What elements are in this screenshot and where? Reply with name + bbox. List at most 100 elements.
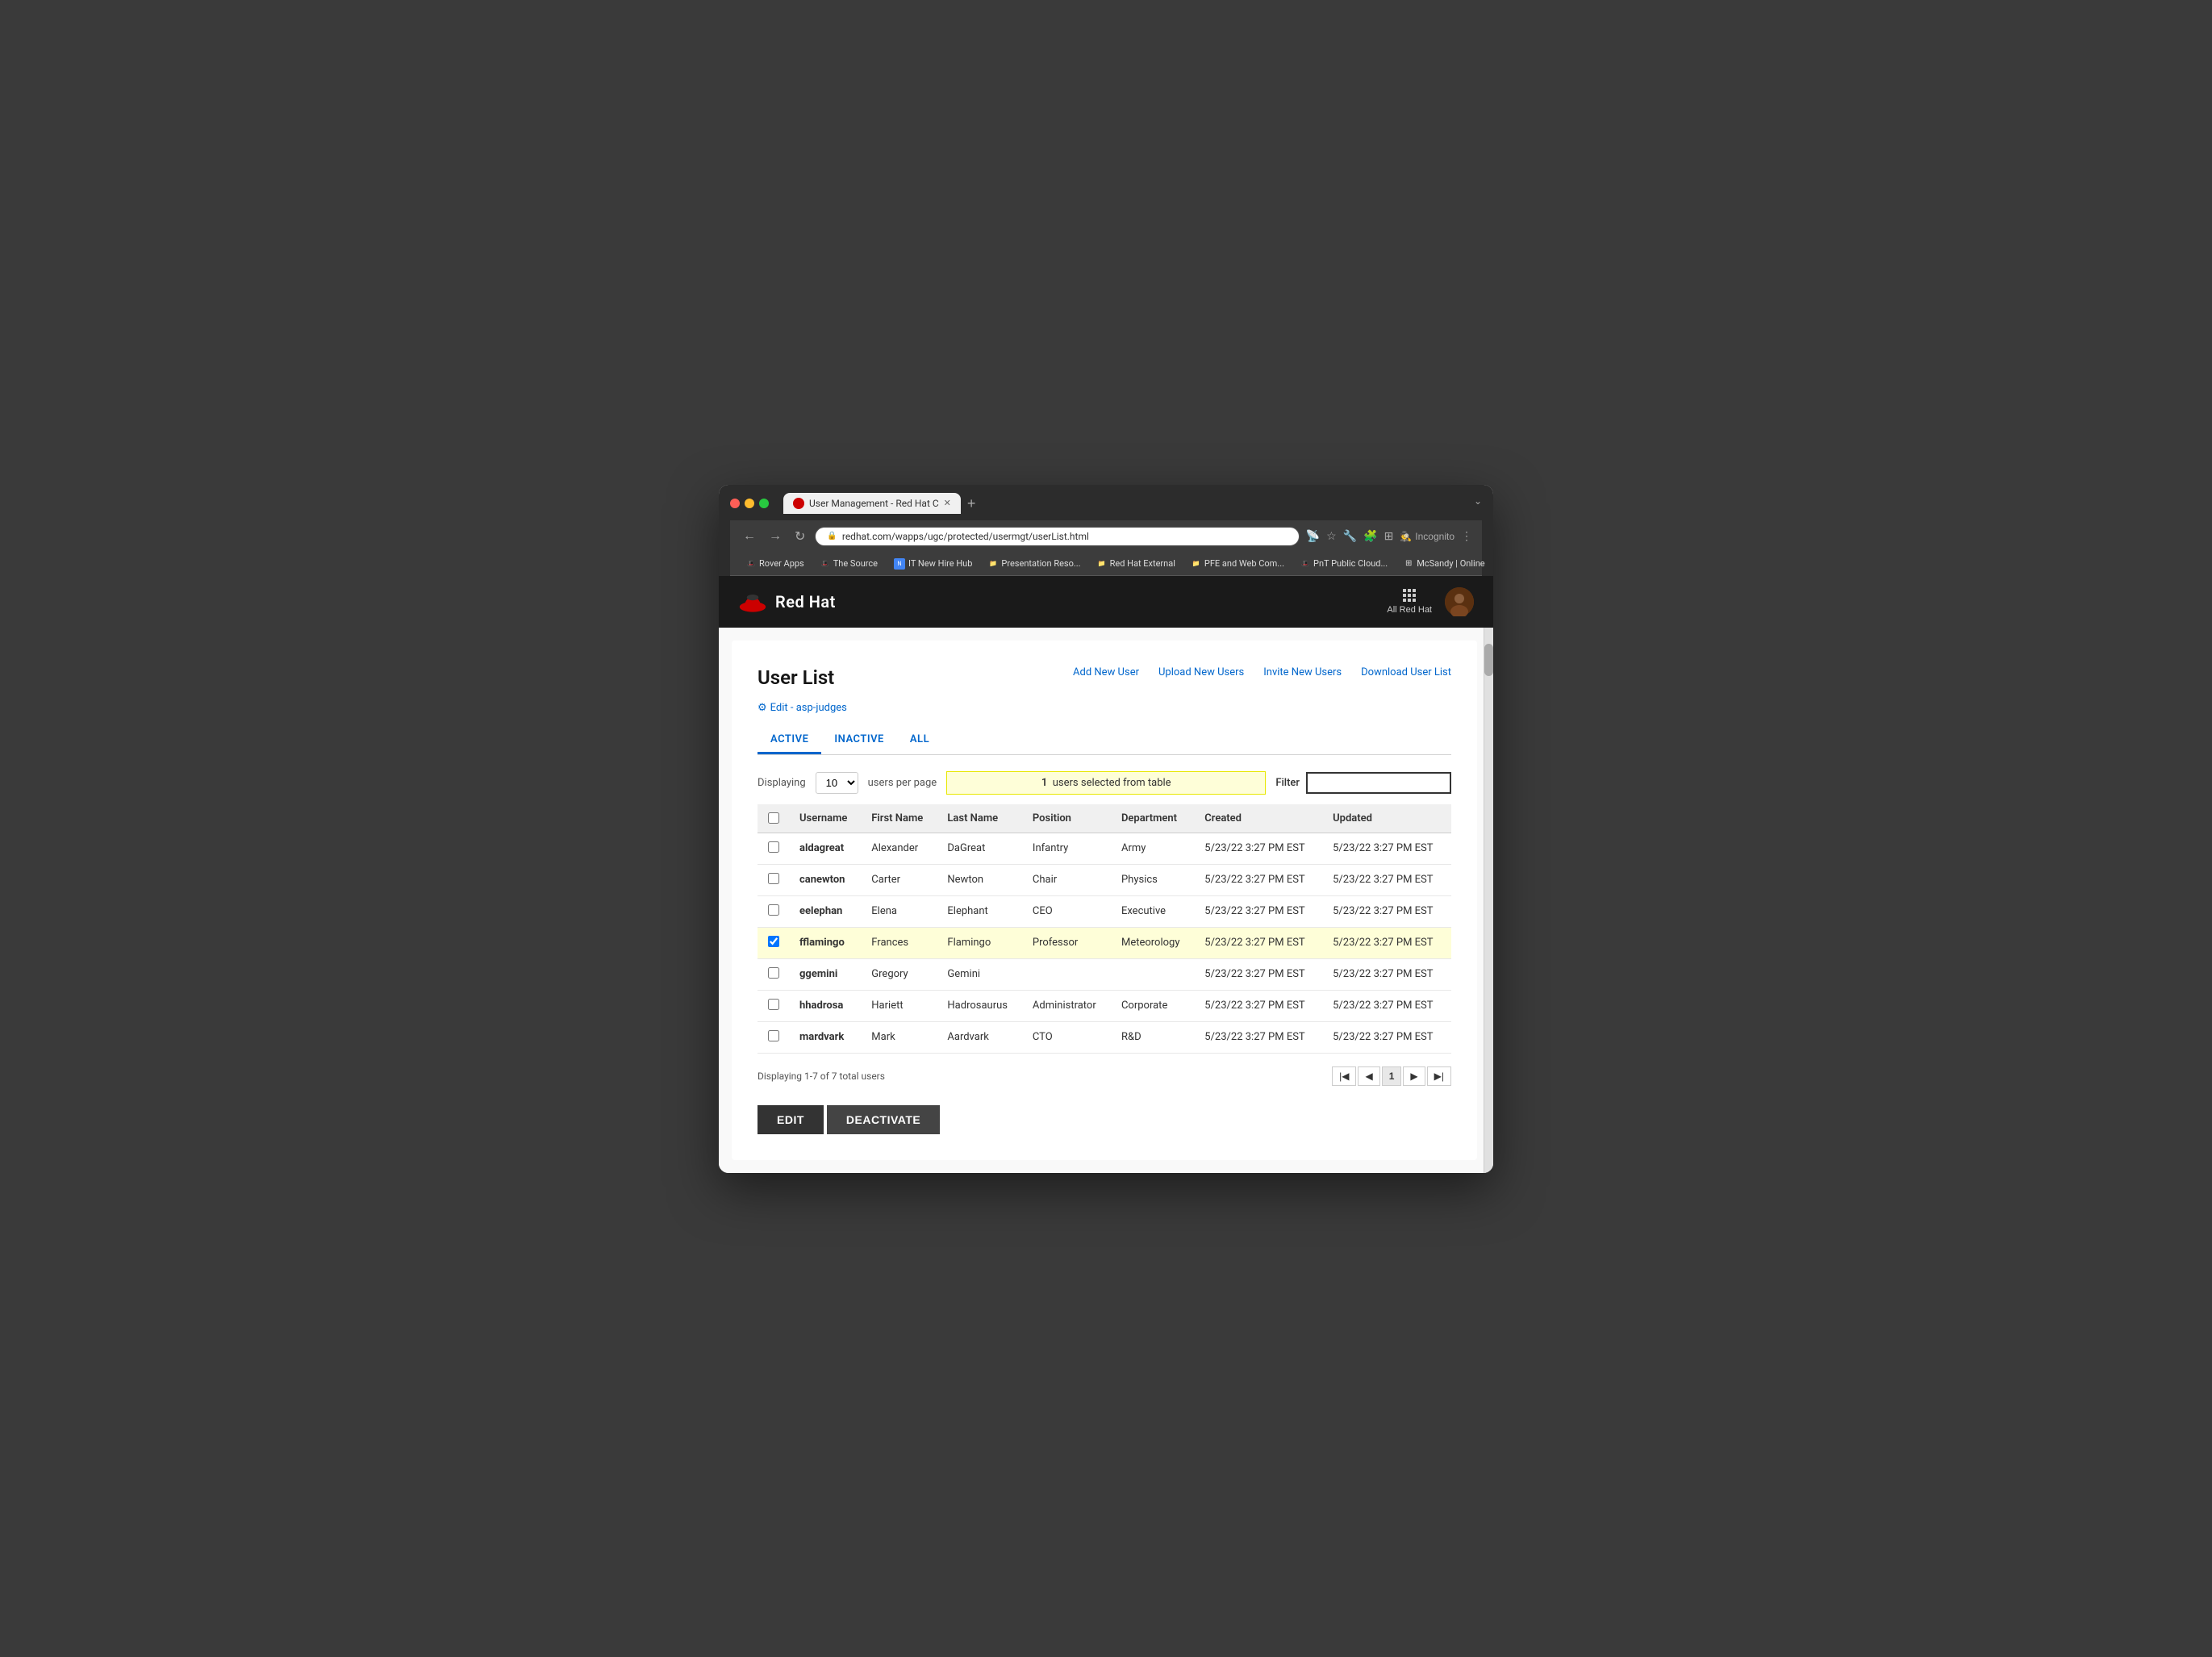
row-checkbox-cell <box>758 864 790 895</box>
bottom-actions: EDIT DEACTIVATE <box>758 1105 1451 1134</box>
extensions-puzzle-icon[interactable]: 🧩 <box>1363 530 1377 543</box>
maximize-window-button[interactable] <box>759 499 769 508</box>
bookmark-it-new-hire[interactable]: N IT New Hire Hub <box>887 556 979 572</box>
row-checkbox-eelephan[interactable] <box>768 904 779 916</box>
cast-icon[interactable]: 📡 <box>1306 530 1320 543</box>
user-table: Username First Name Last Name Position D… <box>758 804 1451 1054</box>
address-bar[interactable]: 🔒 redhat.com/wapps/ugc/protected/usermgt… <box>815 527 1299 546</box>
row-checkbox-aldagreat[interactable] <box>768 841 779 853</box>
bookmark-mcsandy-online[interactable]: ⊞ McSandy | Online <box>1397 556 1491 571</box>
tab-inactive[interactable]: INACTIVE <box>821 727 896 754</box>
close-window-button[interactable] <box>730 499 740 508</box>
bookmark-pnt-public-cloud[interactable]: 🎩 PnT Public Cloud... <box>1294 556 1394 571</box>
page-1-button[interactable]: 1 <box>1382 1066 1402 1086</box>
table-row: fflamingoFrancesFlamingoProfessorMeteoro… <box>758 927 1451 958</box>
red-hat-external-favicon: 📁 <box>1097 559 1107 569</box>
extension-icon[interactable]: 🔧 <box>1343 530 1357 543</box>
cell-created: 5/23/22 3:27 PM EST <box>1195 1021 1323 1053</box>
user-avatar[interactable] <box>1445 587 1474 616</box>
tab-close-button[interactable]: ✕ <box>944 498 951 508</box>
minimize-window-button[interactable] <box>745 499 754 508</box>
add-new-user-link[interactable]: Add New User <box>1073 666 1139 678</box>
tab-favicon <box>793 498 804 509</box>
upload-new-users-link[interactable]: Upload New Users <box>1158 666 1244 678</box>
cell-first: Frances <box>862 927 937 958</box>
page-content: Red Hat All Red Hat <box>719 576 1493 1173</box>
bookmark-pnt-public-cloud-label: PnT Public Cloud... <box>1313 558 1388 569</box>
row-checkbox-canewton[interactable] <box>768 873 779 884</box>
invite-new-users-link[interactable]: Invite New Users <box>1263 666 1342 678</box>
table-row: hhadrosaHariettHadrosaurusAdministratorC… <box>758 990 1451 1021</box>
scrollbar[interactable] <box>1484 628 1493 1173</box>
settings-icon: ⚙ <box>758 702 767 714</box>
filter-section: Filter <box>1275 772 1451 794</box>
cell-created: 5/23/22 3:27 PM EST <box>1195 990 1323 1021</box>
rh-logo[interactable]: Red Hat <box>738 590 836 614</box>
row-checkbox-cell <box>758 990 790 1021</box>
cell-department: Physics <box>1112 864 1195 895</box>
forward-button[interactable]: → <box>766 528 785 545</box>
cell-last: Hadrosaurus <box>937 990 1023 1021</box>
select-all-checkbox[interactable] <box>768 812 779 824</box>
row-checkbox-cell <box>758 1021 790 1053</box>
row-checkbox-cell <box>758 895 790 927</box>
incognito-button[interactable]: 🕵 Incognito <box>1400 531 1454 542</box>
scrollbar-thumb[interactable] <box>1484 644 1493 676</box>
deactivate-button[interactable]: DEACTIVATE <box>827 1105 940 1134</box>
tab-all[interactable]: ALL <box>897 727 942 754</box>
cell-department: Army <box>1112 833 1195 864</box>
edit-button[interactable]: EDIT <box>758 1105 824 1134</box>
bookmark-the-source[interactable]: 🎩 The Source <box>814 556 884 571</box>
row-checkbox-fflamingo[interactable] <box>768 936 779 947</box>
per-page-select[interactable]: 10 25 50 <box>816 772 858 794</box>
cell-position: Chair <box>1023 864 1112 895</box>
col-position: Position <box>1023 804 1112 833</box>
ssl-lock-icon: 🔒 <box>827 532 837 541</box>
bookmark-red-hat-external[interactable]: 📁 Red Hat External <box>1091 556 1182 571</box>
new-tab-button[interactable]: + <box>961 493 983 514</box>
cell-updated: 5/23/22 3:27 PM EST <box>1323 927 1451 958</box>
menu-dots-icon[interactable]: ⋮ <box>1461 530 1472 543</box>
bookmark-rover-apps[interactable]: 🎩 Rover Apps <box>740 556 811 571</box>
next-page-button[interactable]: ▶ <box>1403 1066 1425 1086</box>
cell-created: 5/23/22 3:27 PM EST <box>1195 833 1323 864</box>
download-user-list-link[interactable]: Download User List <box>1361 666 1451 678</box>
row-checkbox-ggemini[interactable] <box>768 967 779 979</box>
bookmark-star-icon[interactable]: ☆ <box>1326 530 1337 543</box>
prev-page-button[interactable]: ◀ <box>1358 1066 1379 1086</box>
cell-username: mardvark <box>790 1021 862 1053</box>
tab-active[interactable]: ACTIVE <box>758 727 821 754</box>
edit-link-row: ⚙ Edit - asp-judges <box>758 702 1451 714</box>
cell-last: Newton <box>937 864 1023 895</box>
cell-position: CTO <box>1023 1021 1112 1053</box>
page-header-section: User List Add New User Upload New Users … <box>758 666 1451 714</box>
cell-username: hhadrosa <box>790 990 862 1021</box>
bookmark-pfe-web[interactable]: 📁 PFE and Web Com... <box>1185 556 1291 571</box>
refresh-button[interactable]: ↻ <box>791 527 808 546</box>
filter-input[interactable] <box>1306 772 1451 794</box>
browser-window: User Management - Red Hat C ✕ + ⌄ ← → ↻ … <box>719 485 1493 1173</box>
last-page-button[interactable]: ▶| <box>1427 1066 1451 1086</box>
all-red-hat-button[interactable]: All Red Hat <box>1387 589 1432 615</box>
active-tab[interactable]: User Management - Red Hat C ✕ <box>783 493 961 514</box>
redhat-logo-icon <box>738 590 767 614</box>
bookmark-presentation-reso[interactable]: 📁 Presentation Reso... <box>982 556 1087 571</box>
col-username: Username <box>790 804 862 833</box>
back-button[interactable]: ← <box>740 528 759 545</box>
first-page-button[interactable]: |◀ <box>1332 1066 1356 1086</box>
edit-asp-judges-link[interactable]: ⚙ Edit - asp-judges <box>758 702 847 714</box>
collapse-button[interactable]: ⌄ <box>1474 495 1482 511</box>
row-checkbox-hhadrosa[interactable] <box>768 999 779 1010</box>
cell-username: eelephan <box>790 895 862 927</box>
cell-updated: 5/23/22 3:27 PM EST <box>1323 990 1451 1021</box>
bookmark-pfe-web-label: PFE and Web Com... <box>1204 558 1284 569</box>
bookmarks-bar: 🎩 Rover Apps 🎩 The Source N IT New Hire … <box>730 553 1482 576</box>
col-created: Created <box>1195 804 1323 833</box>
table-header-row: Username First Name Last Name Position D… <box>758 804 1451 833</box>
bookmark-it-new-hire-label: IT New Hire Hub <box>908 558 972 569</box>
the-source-favicon: 🎩 <box>820 559 830 569</box>
tab-grid-icon[interactable]: ⊞ <box>1384 530 1394 543</box>
row-checkbox-mardvark[interactable] <box>768 1030 779 1041</box>
bookmark-red-hat-external-label: Red Hat External <box>1110 558 1175 569</box>
cell-created: 5/23/22 3:27 PM EST <box>1195 958 1323 990</box>
